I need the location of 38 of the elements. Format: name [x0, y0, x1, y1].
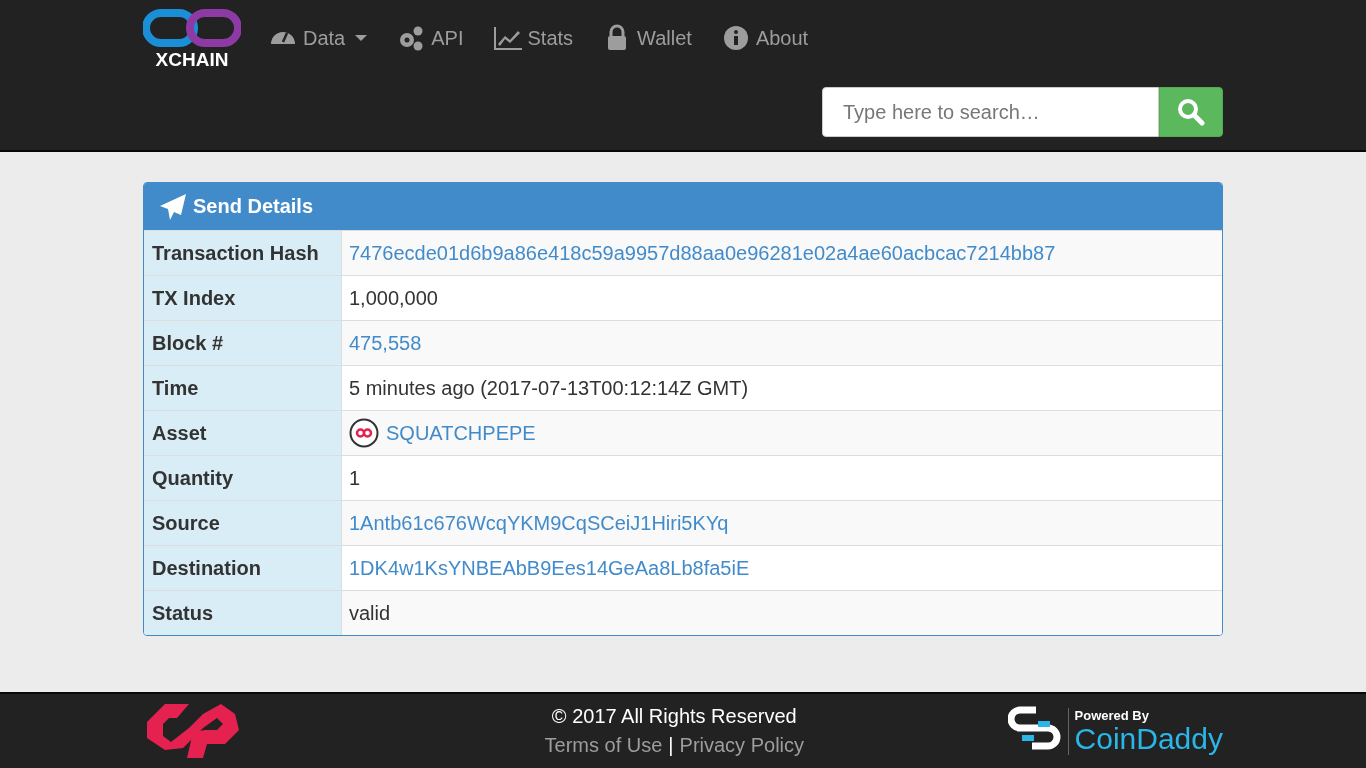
row-label: Asset: [144, 411, 341, 455]
copyright-text: © 2017 All Rights Reserved: [551, 705, 797, 728]
paper-plane-icon: [159, 192, 187, 221]
search-field[interactable]: Type here to search…: [822, 87, 1159, 137]
row-label: Quantity: [144, 456, 341, 500]
value-cell: 5 minutes ago (2017-07-13T00:12:14Z GMT): [341, 366, 1222, 410]
footer-link[interactable]: Privacy Policy: [679, 734, 805, 757]
value-link[interactable]: 475,558: [349, 331, 422, 355]
row-label: Time: [144, 366, 341, 410]
asset-link[interactable]: SQUATCHPEPE: [386, 421, 536, 445]
info-icon: [721, 24, 750, 52]
sponsor-name: CoinDaddy: [1074, 722, 1223, 755]
row-label: Status: [144, 591, 341, 635]
row-label: Block #: [144, 321, 341, 365]
nav-link[interactable]: About: [721, 24, 809, 52]
link-separator: |: [668, 734, 674, 757]
search-icon: [1177, 98, 1205, 126]
value-cell: valid: [341, 591, 1222, 635]
row-label: Transaction Hash: [144, 231, 341, 275]
line-chart-icon: [493, 24, 522, 52]
panel-title: Send Details: [193, 195, 314, 218]
search-button[interactable]: [1159, 87, 1223, 137]
nav-link[interactable]: Stats: [493, 24, 574, 52]
row-label: Destination: [144, 546, 341, 590]
value-link[interactable]: 1Antb61c676WcqYKM9CqSCeiJ1Hiri5KYq: [349, 511, 729, 535]
powered-by-text: Powered By: [1074, 707, 1150, 723]
nav-link[interactable]: Data: [269, 24, 368, 52]
value-link[interactable]: 7476ecde01d6b9a86e418c59a9957d88aa0e96281e02a4ae60acbcac7214bb87: [349, 241, 1056, 265]
nav-link[interactable]: API: [397, 24, 464, 52]
asset-icon: [349, 418, 379, 448]
row-label: Source: [144, 501, 341, 545]
value-link[interactable]: 1DK4w1KsYNBEAbB9Ees14GeAa8Lb8fa5iE: [349, 556, 750, 580]
value-cell: 1: [341, 456, 1222, 500]
xchain-logo[interactable]: XCHAIN: [143, 7, 241, 69]
footer-link[interactable]: Terms of Use: [544, 734, 663, 757]
nav-link[interactable]: Wallet: [603, 24, 692, 52]
row-label: TX Index: [144, 276, 341, 320]
value-cell: 1,000,000: [341, 276, 1222, 320]
